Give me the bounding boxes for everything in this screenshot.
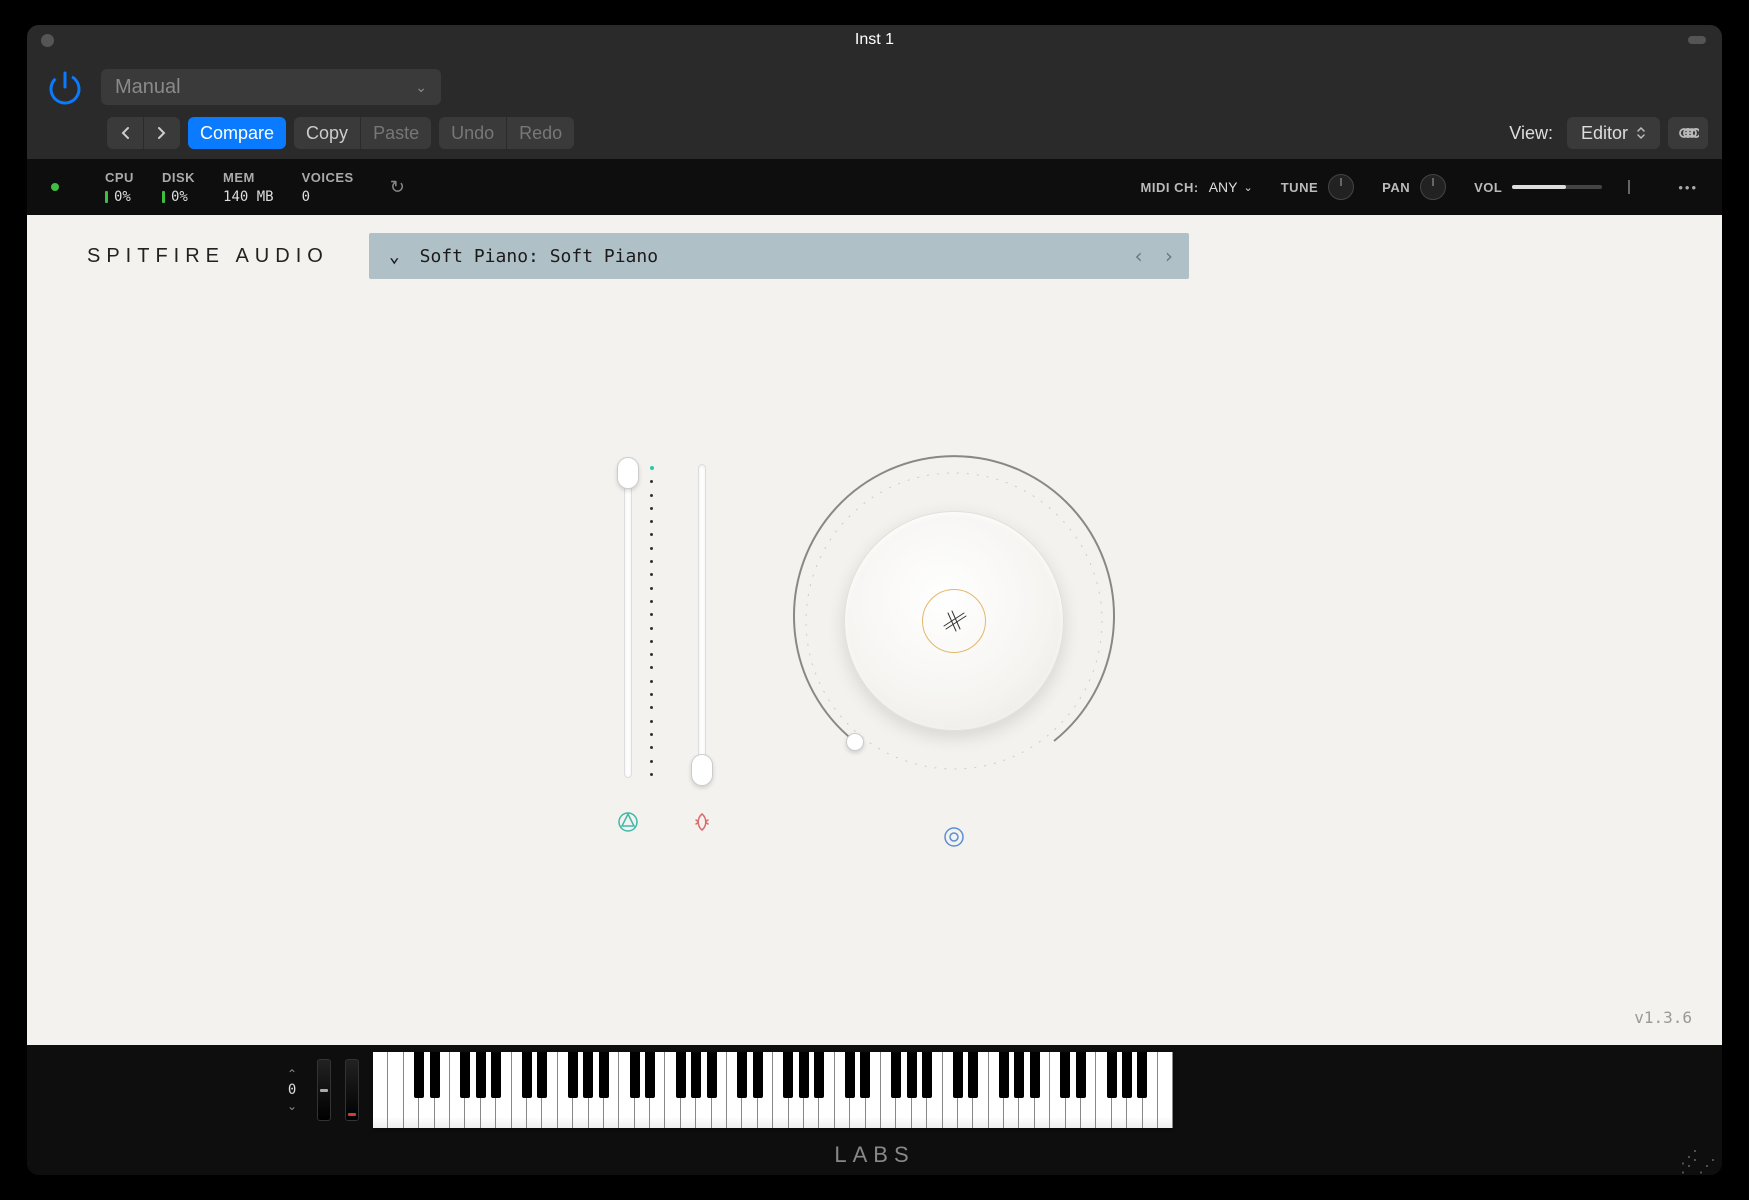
tune-control: TUNE: [1281, 174, 1354, 200]
copy-paste-group: Copy Paste: [294, 117, 431, 149]
view-label: View:: [1509, 123, 1553, 144]
mem-label: MEM: [223, 170, 274, 185]
mem-meter: MEM 140 MB: [223, 170, 274, 205]
cpu-label: CPU: [105, 170, 134, 185]
dynamics-icon: [690, 810, 714, 834]
mem-value: 140 MB: [223, 189, 274, 205]
midi-select[interactable]: ANY ⌄: [1209, 179, 1253, 195]
dynamics-control: [690, 456, 714, 834]
expression-control: [616, 456, 640, 834]
tune-knob[interactable]: [1328, 174, 1354, 200]
pan-label: PAN: [1382, 180, 1410, 195]
power-icon: [45, 67, 85, 107]
prev-button[interactable]: [107, 117, 143, 149]
midi-value: ANY: [1209, 179, 1238, 195]
plugin-window: Inst 1 Manual ⌄ Compare Copy Paste: [27, 25, 1722, 1175]
pan-control: PAN: [1382, 174, 1446, 200]
more-button[interactable]: •••: [1678, 180, 1698, 195]
main-knob[interactable]: [774, 441, 1134, 801]
voices-value: 0: [302, 189, 354, 205]
refresh-button[interactable]: ↻: [390, 177, 405, 198]
plugin-status-bar: CPU 0% DISK 0% MEM 140 MB VOICES 0 ↻ MID…: [27, 159, 1722, 215]
brand-row: SPITFIRE AUDIO ⌄ Soft Piano: Soft Piano …: [27, 215, 1722, 279]
expand-icon: ⌄: [389, 246, 400, 267]
footer: LABS ⋰⋰⋰: [27, 1135, 1722, 1175]
host-preset-select[interactable]: Manual ⌄: [101, 69, 441, 105]
expression-icon: [616, 810, 640, 834]
vol-label: VOL: [1474, 180, 1502, 195]
titlebar-indicator: [1688, 36, 1706, 44]
preset-nav: ‹ ›: [1133, 244, 1175, 268]
keyboard[interactable]: [373, 1052, 1173, 1128]
chevron-right-icon: [156, 126, 168, 140]
tune-label: TUNE: [1281, 180, 1318, 195]
version-label: v1.3.6: [1634, 1008, 1692, 1027]
window-title: Inst 1: [27, 31, 1722, 49]
vol-tick: [1628, 180, 1630, 194]
cpu-meter: CPU 0%: [105, 170, 134, 205]
copy-button[interactable]: Copy: [294, 117, 360, 149]
mod-wheel[interactable]: [345, 1059, 359, 1121]
knob-center: [922, 589, 986, 653]
main-knob-control: [774, 441, 1134, 849]
knob-indicator: [846, 733, 864, 751]
chevron-down-icon: ⌄: [415, 79, 427, 96]
status-indicator: [51, 183, 59, 191]
view-value: Editor: [1581, 123, 1628, 144]
octave-control: ⌃ 0 ⌄: [287, 1068, 297, 1112]
redo-button[interactable]: Redo: [506, 117, 574, 149]
host-preset-label: Manual: [115, 76, 181, 99]
preset-browser[interactable]: ⌄ Soft Piano: Soft Piano ‹ ›: [369, 233, 1189, 279]
voices-label: VOICES: [302, 170, 354, 185]
link-button[interactable]: [1668, 117, 1708, 149]
disk-meter: DISK 0%: [162, 170, 195, 205]
preset-name: Soft Piano: Soft Piano: [420, 246, 658, 267]
vol-control: VOL: [1474, 180, 1630, 195]
resize-grip: ⋰⋰⋰: [1680, 1153, 1716, 1171]
knob-glyph-icon: [934, 601, 974, 641]
host-top-row: Manual ⌄: [27, 55, 1722, 115]
undo-redo-group: Undo Redo: [439, 117, 574, 149]
host-buttons-row: Compare Copy Paste Undo Redo View: Edito…: [27, 115, 1722, 159]
disk-value: 0%: [171, 189, 188, 205]
undo-button[interactable]: Undo: [439, 117, 506, 149]
controls-area: [27, 365, 1722, 925]
midi-channel: MIDI CH: ANY ⌄: [1141, 179, 1253, 195]
keyboard-zone: ⌃ 0 ⌄: [27, 1045, 1722, 1135]
disk-label: DISK: [162, 170, 195, 185]
preset-prev[interactable]: ‹: [1133, 244, 1145, 268]
power-button[interactable]: [41, 63, 89, 111]
octave-up[interactable]: ⌃: [287, 1068, 297, 1080]
expression-slider[interactable]: [616, 456, 640, 786]
voices-meter: VOICES 0: [302, 170, 354, 205]
pan-knob[interactable]: [1420, 174, 1446, 200]
midi-label: MIDI CH:: [1141, 180, 1199, 195]
brand-logo: SPITFIRE AUDIO: [87, 245, 329, 268]
next-button[interactable]: [143, 117, 180, 149]
titlebar: Inst 1: [27, 25, 1722, 55]
chevron-left-icon: [119, 126, 131, 140]
preset-next[interactable]: ›: [1163, 244, 1175, 268]
reverb-icon: [942, 825, 966, 849]
nav-group: [107, 117, 180, 149]
view-select[interactable]: Editor: [1567, 117, 1660, 149]
plugin-body: SPITFIRE AUDIO ⌄ Soft Piano: Soft Piano …: [27, 215, 1722, 1045]
cpu-value: 0%: [114, 189, 131, 205]
compare-button[interactable]: Compare: [188, 117, 286, 149]
link-icon: [1677, 126, 1699, 140]
chevron-down-icon: ⌄: [1244, 181, 1253, 194]
octave-down[interactable]: ⌄: [287, 1100, 297, 1112]
vol-slider[interactable]: [1512, 185, 1602, 189]
octave-value: 0: [288, 1080, 296, 1100]
footer-brand: LABS: [834, 1142, 914, 1168]
pitch-wheel[interactable]: [317, 1059, 331, 1121]
sort-icon: [1636, 126, 1646, 140]
dynamics-slider[interactable]: [690, 456, 714, 786]
paste-button[interactable]: Paste: [360, 117, 431, 149]
